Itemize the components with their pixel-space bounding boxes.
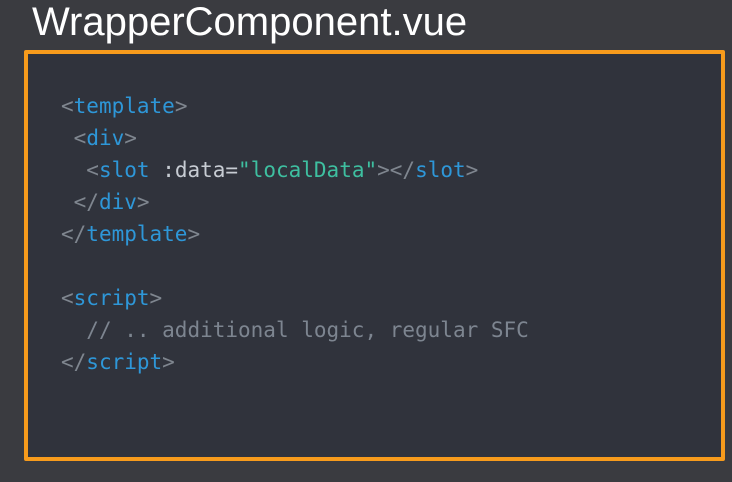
script-close-tag: script [86,350,163,374]
script-open-tag: script [73,286,150,310]
script-comment: // .. additional logic, regular SFC [86,318,529,342]
code-line-comment: // .. additional logic, regular SFC [61,314,529,346]
code-line-div-open: <div> [73,126,137,150]
code-line-div-close: </div> [73,190,150,214]
slot-attribute-name: :data= [162,158,239,182]
div-close-tag: div [98,190,137,214]
code-block: <template> <div> <slot :data="localData"… [61,90,529,378]
code-line-template-close: </template> [61,222,201,246]
slot-attribute-value: "localData" [238,158,378,182]
template-open-tag: template [73,94,175,118]
slot-tag: slot [98,158,150,182]
code-line-script-open: <script> [61,286,163,310]
code-line-template-open: <template> [61,94,188,118]
template-close-tag: template [86,222,188,246]
code-line-script-close: </script> [61,350,175,374]
div-open-tag: div [86,126,125,150]
code-panel: <template> <div> <slot :data="localData"… [24,50,725,461]
file-title: WrapperComponent.vue [32,0,468,44]
code-line-slot: <slot :data="localData"></slot> [86,158,479,182]
slot-close-tag: slot [415,158,466,182]
